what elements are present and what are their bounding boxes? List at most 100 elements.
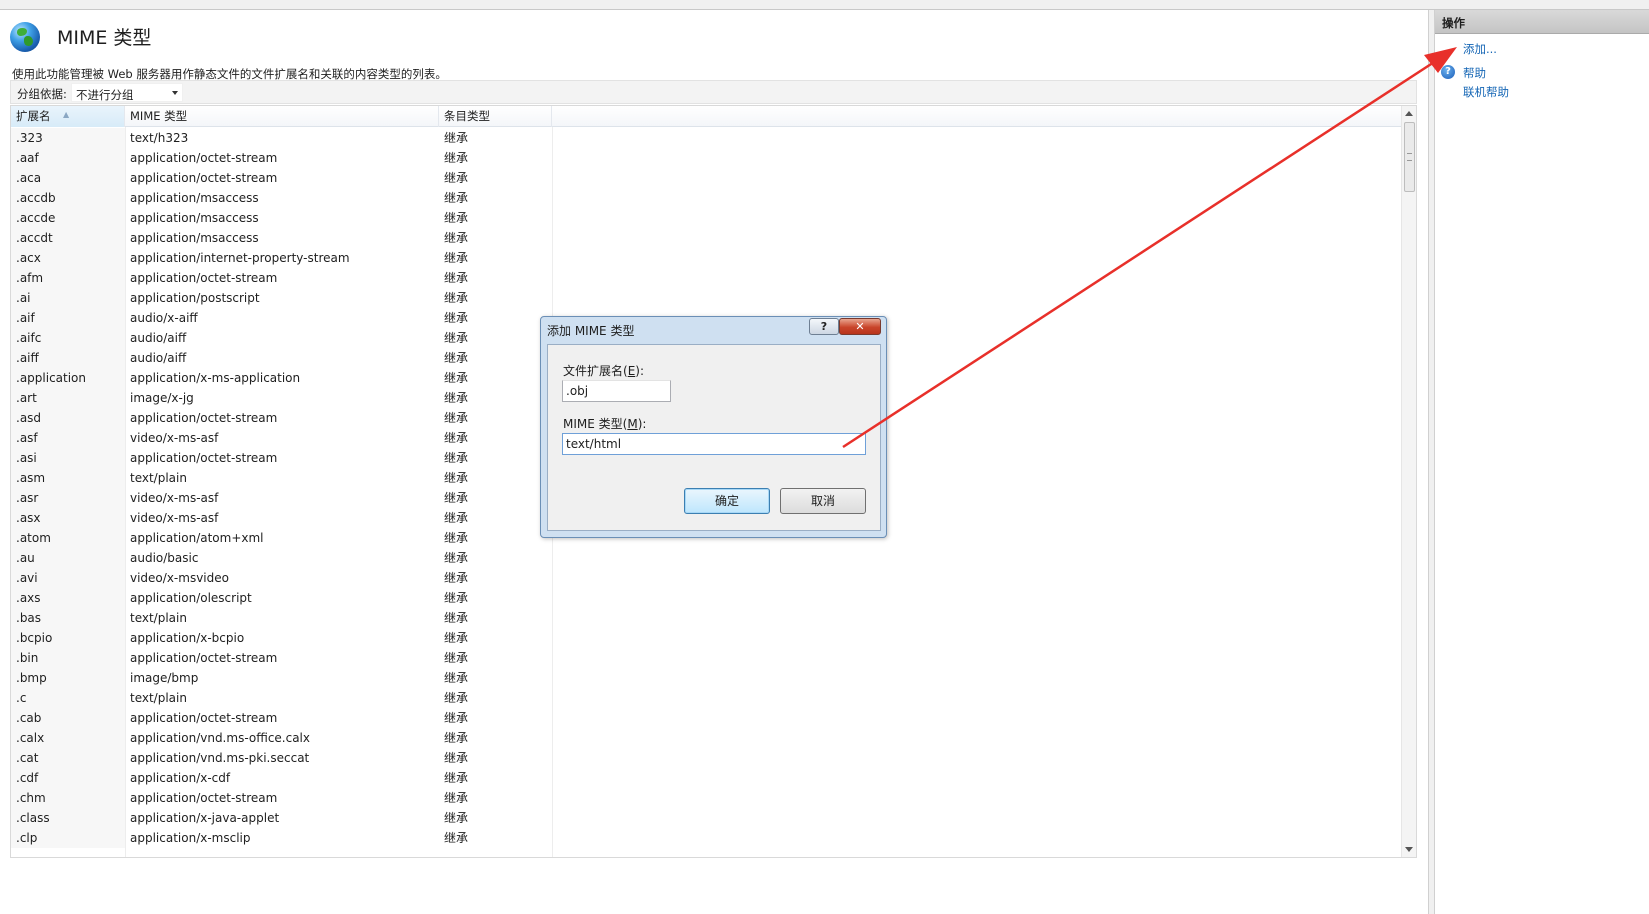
scroll-thumb[interactable] [1404, 122, 1415, 192]
scroll-up-icon[interactable] [1405, 111, 1413, 116]
cell-entry-type: 继承 [444, 311, 469, 325]
cell-extension: .asd [11, 408, 125, 428]
cell-mime-type: application/x-bcpio [130, 631, 245, 645]
page-title: MIME 类型 [57, 27, 152, 49]
table-row[interactable]: .accde application/msaccess 继承 [11, 208, 1403, 228]
cell-extension: .cat [11, 748, 125, 768]
online-help-link[interactable]: 联机帮助 [1463, 84, 1509, 100]
table-row[interactable]: .cdf application/x-cdf 继承 [11, 768, 1403, 788]
cell-mime-type: application/octet-stream [130, 151, 278, 165]
column-header-entry-type[interactable]: 条目类型 [439, 106, 552, 127]
actions-header: 操作 [1435, 10, 1649, 34]
table-row[interactable]: .c text/plain 继承 [11, 688, 1403, 708]
cell-mime-type: application/vnd.ms-pki.seccat [130, 751, 310, 765]
cell-mime-type: application/atom+xml [130, 531, 264, 545]
table-row[interactable]: .cab application/octet-stream 继承 [11, 708, 1403, 728]
cell-mime-type: application/octet-stream [130, 791, 278, 805]
table-row[interactable]: .clp application/x-msclip 继承 [11, 828, 1403, 848]
group-by-label: 分组依据: [17, 87, 67, 101]
table-row[interactable]: .accdb application/msaccess 继承 [11, 188, 1403, 208]
cell-mime-type: image/bmp [130, 671, 199, 685]
table-row[interactable]: .aca application/octet-stream 继承 [11, 168, 1403, 188]
cell-mime-type: text/plain [130, 611, 187, 625]
group-by-value: 不进行分组 [76, 88, 134, 102]
cell-extension: .atom [11, 528, 125, 548]
table-row[interactable]: .bin application/octet-stream 继承 [11, 648, 1403, 668]
cell-mime-type: video/x-ms-asf [130, 491, 219, 505]
table-row[interactable]: .bas text/plain 继承 [11, 608, 1403, 628]
column-header-extension[interactable]: 扩展名 ▲ [11, 106, 125, 127]
cell-entry-type: 继承 [444, 371, 469, 385]
help-link[interactable]: 帮助 [1463, 65, 1486, 81]
cell-mime-type: application/internet-property-stream [130, 251, 350, 265]
table-row[interactable]: .ai application/postscript 继承 [11, 288, 1403, 308]
cell-extension: .calx [11, 728, 125, 748]
ok-button[interactable]: 确定 [684, 488, 770, 514]
cell-entry-type: 继承 [444, 551, 469, 565]
cell-entry-type: 继承 [444, 431, 469, 445]
table-row[interactable]: .cat application/vnd.ms-pki.seccat 继承 [11, 748, 1403, 768]
pane-splitter[interactable] [1428, 10, 1435, 914]
cell-extension: .class [11, 808, 125, 828]
cell-mime-type: application/x-ms-application [130, 371, 301, 385]
cell-entry-type: 继承 [444, 171, 469, 185]
add-link[interactable]: 添加... [1463, 41, 1497, 57]
dialog-close-button[interactable]: ✕ [839, 318, 881, 335]
cell-mime-type: application/octet-stream [130, 271, 278, 285]
actions-title: 操作 [1442, 16, 1465, 30]
vertical-scrollbar[interactable] [1401, 106, 1416, 857]
cell-entry-type: 继承 [444, 511, 469, 525]
cell-extension: .application [11, 368, 125, 388]
cell-extension: .aifc [11, 328, 125, 348]
cell-mime-type: text/plain [130, 691, 187, 705]
column-header-mime-type[interactable]: MIME 类型 [125, 106, 439, 127]
table-row[interactable]: .avi video/x-msvideo 继承 [11, 568, 1403, 588]
table-row[interactable]: .calx application/vnd.ms-office.calx 继承 [11, 728, 1403, 748]
cell-mime-type: application/msaccess [130, 191, 259, 205]
dialog-help-button[interactable]: ? [809, 318, 839, 335]
table-header: 扩展名 ▲ MIME 类型 条目类型 [11, 106, 1403, 127]
group-by-select[interactable]: 不进行分组 [71, 83, 183, 102]
cell-extension: .bas [11, 608, 125, 628]
table-row[interactable]: .accdt application/msaccess 继承 [11, 228, 1403, 248]
group-by-bar: 分组依据: 不进行分组 [10, 80, 1417, 104]
cell-entry-type: 继承 [444, 531, 469, 545]
cell-entry-type: 继承 [444, 231, 469, 245]
cell-entry-type: 继承 [444, 811, 469, 825]
table-row[interactable]: .bcpio application/x-bcpio 继承 [11, 628, 1403, 648]
cell-entry-type: 继承 [444, 331, 469, 345]
cell-extension: .bin [11, 648, 125, 668]
cell-extension: .art [11, 388, 125, 408]
cell-extension: .axs [11, 588, 125, 608]
cell-mime-type: application/olescript [130, 591, 252, 605]
cell-entry-type: 继承 [444, 491, 469, 505]
table-row[interactable]: .chm application/octet-stream 继承 [11, 788, 1403, 808]
table-row[interactable]: .afm application/octet-stream 继承 [11, 268, 1403, 288]
cell-mime-type: application/msaccess [130, 211, 259, 225]
table-row[interactable]: .bmp image/bmp 继承 [11, 668, 1403, 688]
table-row[interactable]: .axs application/olescript 继承 [11, 588, 1403, 608]
cell-entry-type: 继承 [444, 291, 469, 305]
table-row[interactable]: .aaf application/octet-stream 继承 [11, 148, 1403, 168]
table-row[interactable]: .acx application/internet-property-stream… [11, 248, 1403, 268]
table-row[interactable]: .au audio/basic 继承 [11, 548, 1403, 568]
cell-mime-type: audio/basic [130, 551, 199, 565]
mime-type-input[interactable]: text/html [562, 433, 866, 455]
cell-entry-type: 继承 [444, 731, 469, 745]
table-row[interactable]: .323 text/h323 继承 [11, 128, 1403, 148]
chevron-down-icon [172, 91, 178, 95]
scroll-down-icon[interactable] [1405, 847, 1413, 852]
cell-extension: .afm [11, 268, 125, 288]
extension-input[interactable]: .obj [562, 380, 671, 402]
cell-extension: .accdb [11, 188, 125, 208]
cell-mime-type: application/octet-stream [130, 651, 278, 665]
cell-extension: .asi [11, 448, 125, 468]
cell-entry-type: 继承 [444, 691, 469, 705]
help-icon: ? [1441, 65, 1455, 79]
cell-extension: .chm [11, 788, 125, 808]
table-row[interactable]: .class application/x-java-applet 继承 [11, 808, 1403, 828]
cell-entry-type: 继承 [444, 831, 469, 845]
cancel-button[interactable]: 取消 [780, 488, 866, 514]
cell-entry-type: 继承 [444, 571, 469, 585]
cell-extension: .c [11, 688, 125, 708]
